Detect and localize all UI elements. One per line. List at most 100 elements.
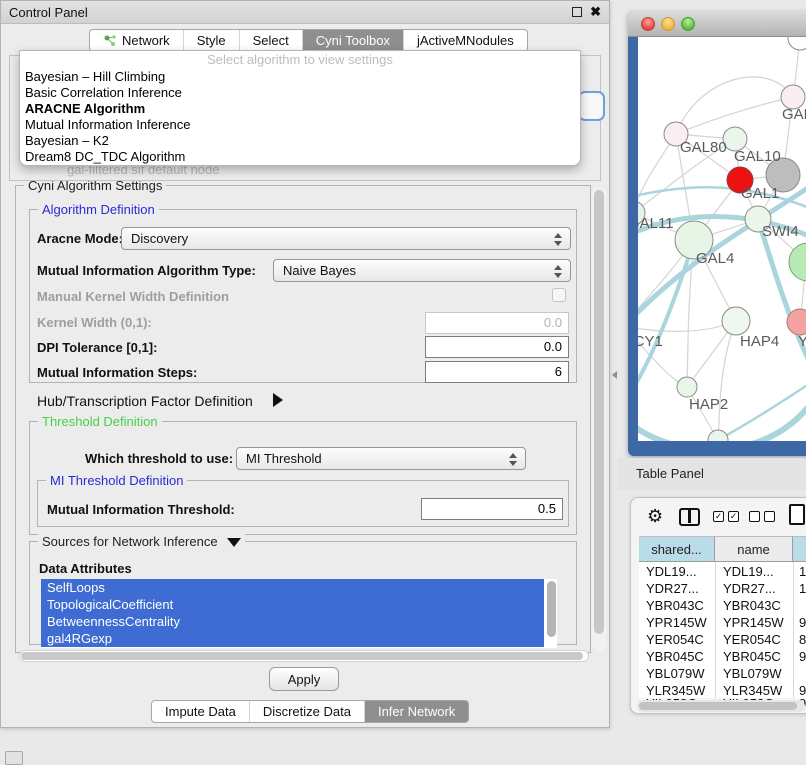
apply-button[interactable]: Apply xyxy=(269,667,339,691)
node-label: HAP4 xyxy=(740,333,779,350)
dropdown-item-selected[interactable]: ARACNE Algorithm xyxy=(20,101,580,117)
tab-label: Infer Network xyxy=(378,701,455,722)
table-row[interactable]: YBR043C YBR043C xyxy=(639,598,806,615)
node-hap2[interactable] xyxy=(677,377,697,397)
dropdown-placeholder: Select algorithm to view settings xyxy=(20,51,580,69)
table-row[interactable]: YDL19... YDL19... 13 xyxy=(639,564,806,581)
collapse-down-icon[interactable] xyxy=(227,538,241,547)
tab-label: Select xyxy=(253,30,289,51)
export-table-icon[interactable] xyxy=(789,504,805,525)
dropdown-item[interactable]: Bayesian – K2 xyxy=(20,133,580,149)
tab-label: Style xyxy=(197,30,226,51)
corner-button[interactable] xyxy=(5,751,23,765)
cell-name: YDL19... xyxy=(723,564,774,579)
tab-network[interactable]: Network xyxy=(90,30,183,51)
kernel-width-field[interactable]: 0.0 xyxy=(425,312,569,334)
tab-jactivemnodules[interactable]: jActiveMNodules xyxy=(403,30,527,51)
column-header-partial[interactable]: A xyxy=(793,536,806,562)
table-horizontal-scrollbar[interactable] xyxy=(637,700,805,712)
columns-icon[interactable] xyxy=(679,508,700,526)
mi-type-select[interactable]: Naive Bayes xyxy=(273,259,571,282)
tab-label: Cyni Toolbox xyxy=(316,30,390,51)
splitpane-collapse-icon[interactable] xyxy=(612,371,617,379)
column-header-shared-name[interactable]: shared... xyxy=(639,536,715,562)
cell-name: YDR27... xyxy=(723,581,776,596)
close-icon[interactable]: ✖ xyxy=(590,4,601,20)
table-panel-title: Table Panel xyxy=(636,466,704,481)
deselect-all-icon[interactable] xyxy=(764,511,775,522)
list-item[interactable]: gal4RGexp xyxy=(41,630,544,647)
dropdown-item[interactable]: Basic Correlation Inference xyxy=(20,85,580,101)
combo-value: MI Threshold xyxy=(246,451,322,466)
node-hap4[interactable] xyxy=(722,307,750,335)
network-canvas[interactable]: GAL GAL80 GAL10 GAL1 GAL11 SWI4 GAL4 GCY… xyxy=(638,37,806,441)
deselect-all-icon[interactable] xyxy=(749,511,760,522)
table-row[interactable]: YBR045C YBR045C 9. xyxy=(639,649,806,666)
manual-kernel-checkbox[interactable] xyxy=(552,288,566,302)
tab-style[interactable]: Style xyxy=(183,30,239,51)
column-header-name[interactable]: name xyxy=(715,536,793,562)
node-label: SWI4 xyxy=(762,223,799,240)
tab-infer-network[interactable]: Infer Network xyxy=(364,701,468,722)
group-title: Sources for Network Inference xyxy=(38,534,245,549)
cell-name: YPR145W xyxy=(723,615,784,630)
horizontal-scrollbar[interactable] xyxy=(19,650,589,662)
hub-section-label[interactable]: Hub/Transcription Factor Definition xyxy=(37,393,253,409)
list-item[interactable]: BetweennessCentrality xyxy=(41,613,544,630)
list-scrollbar[interactable] xyxy=(547,581,556,637)
algorithm-dropdown-popup: Select algorithm to view settings Bayesi… xyxy=(19,50,581,166)
which-threshold-select[interactable]: MI Threshold xyxy=(236,447,526,470)
node[interactable] xyxy=(788,37,806,50)
node-label: GAL4 xyxy=(696,250,734,267)
network-view-window: GAL GAL80 GAL10 GAL1 GAL11 SWI4 GAL4 GCY… xyxy=(628,11,806,456)
table-row[interactable]: YBL079W YBL079W xyxy=(639,666,806,683)
expand-right-icon[interactable] xyxy=(273,393,283,407)
minimize-traffic-light-icon[interactable] xyxy=(661,17,675,31)
table-row[interactable]: YDR27... YDR27... 12 xyxy=(639,581,806,598)
which-threshold-label: Which threshold to use: xyxy=(85,451,233,466)
focused-combo-fragment xyxy=(578,91,605,121)
close-traffic-light-icon[interactable] xyxy=(641,17,655,31)
network-window-titlebar xyxy=(628,11,806,37)
tab-impute-data[interactable]: Impute Data xyxy=(152,701,249,722)
float-window-icon[interactable] xyxy=(572,7,582,17)
select-all-check-icon[interactable]: ✓ xyxy=(713,511,724,522)
node[interactable] xyxy=(708,430,728,441)
cell-shared-name: YER054C xyxy=(646,632,704,647)
cell-shared-name: YBR045C xyxy=(646,649,704,664)
list-item[interactable]: SelfLoops xyxy=(41,579,544,596)
settings-scrollbar[interactable] xyxy=(592,187,606,651)
node-label: GAL xyxy=(782,106,806,123)
dropdown-item[interactable]: Dream8 DC_TDC Algorithm xyxy=(20,149,580,165)
select-all-check-icon[interactable]: ✓ xyxy=(728,511,739,522)
kernel-width-label: Kernel Width (0,1): xyxy=(37,315,152,330)
dropdown-item[interactable]: Bayesian – Hill Climbing xyxy=(20,69,580,85)
tab-label: Network xyxy=(122,30,170,51)
gear-icon[interactable]: ⚙ xyxy=(647,506,663,527)
tab-cyni-toolbox[interactable]: Cyni Toolbox xyxy=(302,30,403,51)
tab-discretize-data[interactable]: Discretize Data xyxy=(249,701,364,722)
mi-steps-label: Mutual Information Steps: xyxy=(37,365,197,380)
cell-shared-name: YBL079W xyxy=(646,666,705,681)
control-panel-titlebar: Control Panel ✖ xyxy=(1,1,609,24)
node-label: GAL10 xyxy=(734,148,781,165)
combo-value: Naive Bayes xyxy=(283,263,356,278)
table-row[interactable]: YER054C YER054C 8. xyxy=(639,632,806,649)
group-title: Algorithm Definition xyxy=(38,202,159,217)
group-title: MI Threshold Definition xyxy=(46,473,187,488)
dpi-tolerance-field[interactable]: 0.0 xyxy=(425,336,569,358)
aracne-mode-select[interactable]: Discovery xyxy=(121,227,571,250)
spinner-arrows-icon xyxy=(554,232,562,247)
manual-kernel-label: Manual Kernel Width Definition xyxy=(37,289,229,304)
table-row[interactable]: YPR145W YPR145W 9. xyxy=(639,615,806,632)
data-attributes-list[interactable]: SelfLoops TopologicalCoefficient Between… xyxy=(41,579,557,648)
dropdown-item[interactable]: Mutual Information Inference xyxy=(20,117,580,133)
mi-steps-field[interactable]: 6 xyxy=(425,361,569,383)
zoom-traffic-light-icon[interactable] xyxy=(681,17,695,31)
sources-title: Sources for Network Inference xyxy=(42,534,218,549)
table-panel-window: ⚙ ✓ ✓ shared... name A YDL19... YDL19...… xyxy=(630,497,806,714)
list-item[interactable]: TopologicalCoefficient xyxy=(41,596,544,613)
tab-select[interactable]: Select xyxy=(239,30,302,51)
network-icon xyxy=(103,34,117,48)
mi-threshold-field[interactable]: 0.5 xyxy=(421,498,563,520)
